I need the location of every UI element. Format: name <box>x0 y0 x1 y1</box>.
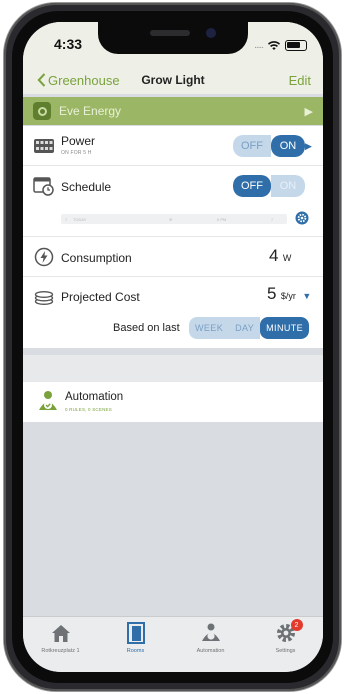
moon-icon: ☾ <box>271 217 275 222</box>
chevron-left-icon <box>37 73 46 87</box>
house-icon <box>51 625 70 642</box>
tab-automation[interactable]: Automation <box>173 617 248 672</box>
automation-icon <box>39 391 57 410</box>
schedule-row: Schedule OFF ON ☾ TODAY ✲ 6 PM ☾ <box>23 166 323 237</box>
power-strip-icon <box>34 139 54 153</box>
power-row: Power ON FOR 5 H OFF ON ▶ <box>23 126 323 166</box>
power-duration: ON FOR 5 H <box>61 150 92 156</box>
back-button[interactable]: Greenhouse <box>37 73 120 88</box>
tab-rooms[interactable]: Rooms <box>98 617 173 672</box>
notch <box>98 22 248 54</box>
period-selector[interactable]: WEEK DAY MINUTE <box>189 317 310 339</box>
tab-settings-label: Settings <box>275 648 296 654</box>
tab-bar: Rotkreuzplatz 1 Rooms Automation 2 Setti… <box>23 616 323 672</box>
consumption-row: Consumption 4 W <box>23 237 323 277</box>
lightning-bolt-icon <box>34 247 54 267</box>
device-panel: Power ON FOR 5 H OFF ON ▶ Schedule OFF O… <box>23 126 323 348</box>
projected-cost-value[interactable]: 5 $/yr ▼ <box>267 284 311 304</box>
empty-area <box>23 422 323 616</box>
device-name: Eve Energy <box>59 104 122 118</box>
speaker-grille <box>150 30 190 36</box>
navigation-bar: Greenhouse Grow Light Edit <box>23 66 323 94</box>
back-label: Greenhouse <box>48 72 120 88</box>
period-minute-option[interactable]: MINUTE <box>260 317 310 339</box>
power-on-option[interactable]: ON <box>271 135 305 157</box>
battery-icon <box>285 39 307 51</box>
device-selector[interactable]: Eve Energy ▶ <box>23 97 323 125</box>
gear-icon[interactable] <box>295 211 309 225</box>
chevron-right-icon: ▶ <box>304 105 313 118</box>
timeline-marker-label: 6 PM <box>217 217 227 222</box>
period-day-option[interactable]: DAY <box>229 317 261 339</box>
power-toggle[interactable]: OFF ON <box>233 135 305 157</box>
front-camera <box>206 28 216 38</box>
tab-automation-label: Automation <box>196 648 225 654</box>
schedule-off-option[interactable]: OFF <box>233 175 271 197</box>
projected-cost-label: Projected Cost <box>61 290 140 304</box>
settings-icon-wrap: 2 <box>275 619 303 644</box>
power-label: Power <box>61 134 96 148</box>
calendar-clock-icon <box>33 177 54 196</box>
moon-icon: ☾ <box>65 217 69 222</box>
schedule-label: Schedule <box>61 180 112 194</box>
consumption-unit: W <box>282 253 292 263</box>
app-screen: 4:33 ..... Greenhouse Grow Light Edit Ev… <box>23 22 323 672</box>
consumption-number: 4 <box>269 246 279 265</box>
tab-settings[interactable]: 2 Settings <box>248 617 323 672</box>
schedule-on-option[interactable]: ON <box>271 175 305 197</box>
chevron-down-icon: ▼ <box>302 291 312 301</box>
wifi-icon <box>267 40 281 50</box>
sun-icon: ✲ <box>169 217 173 222</box>
automation-row[interactable]: Automation 0 RULES, 0 SCENES <box>23 382 323 422</box>
schedule-timeline: ☾ TODAY ✲ 6 PM ☾ <box>61 214 287 224</box>
based-on-label: Based on last <box>113 322 180 334</box>
projected-cost-unit: $/yr <box>280 291 296 301</box>
room-door-icon <box>126 622 145 644</box>
projected-cost-row: Projected Cost 5 $/yr ▼ Based on last WE… <box>23 277 323 348</box>
tab-home[interactable]: Rotkreuzplatz 1 <box>23 617 98 672</box>
power-off-option[interactable]: OFF <box>233 135 271 157</box>
notification-badge: 2 <box>290 619 303 631</box>
consumption-label: Consumption <box>61 251 132 265</box>
status-indicators: ..... <box>254 39 307 51</box>
automation-summary: 0 RULES, 0 SCENES <box>65 407 112 412</box>
section-divider <box>23 355 323 382</box>
consumption-value: 4 W <box>269 246 291 266</box>
signal-dots: ..... <box>254 39 264 51</box>
automation-icon <box>201 623 220 641</box>
projected-cost-number: 5 <box>267 284 277 303</box>
timeline-start-label: TODAY <box>73 217 87 222</box>
automation-label: Automation <box>65 391 124 403</box>
period-week-option[interactable]: WEEK <box>189 317 230 339</box>
disclosure-arrow-icon[interactable]: ▶ <box>305 141 312 152</box>
tab-home-label: Rotkreuzplatz 1 <box>41 648 80 654</box>
coin-stack-icon <box>34 290 54 305</box>
status-time: 4:33 <box>54 36 83 52</box>
power-outlet-icon <box>33 102 51 120</box>
edit-button[interactable]: Edit <box>289 73 311 88</box>
tab-rooms-label: Rooms <box>126 648 145 654</box>
schedule-toggle[interactable]: OFF ON <box>233 175 305 197</box>
